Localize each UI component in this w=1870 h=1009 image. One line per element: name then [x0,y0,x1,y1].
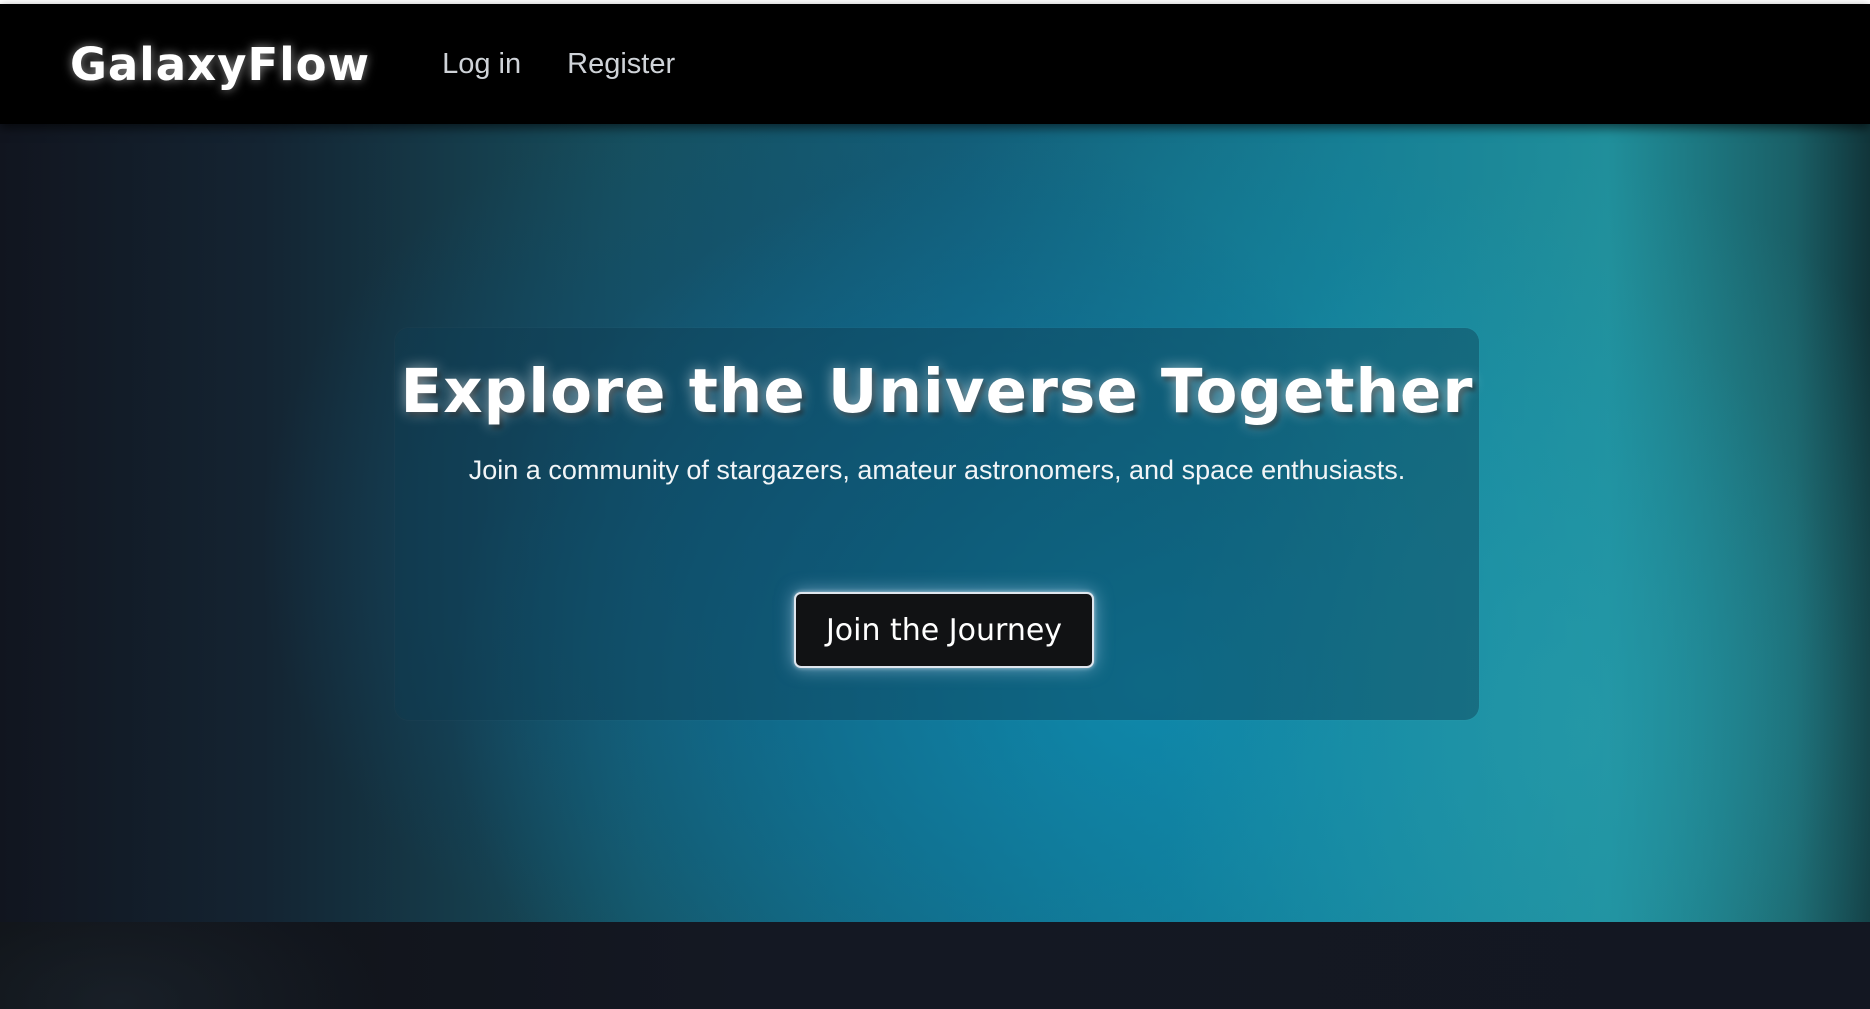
join-journey-button[interactable]: Join the Journey [794,592,1094,668]
register-link[interactable]: Register [567,48,675,81]
hero-title: Explore the Universe Together [400,356,1474,427]
brand-logo[interactable]: GalaxyFlow [70,38,370,91]
footer-band [0,922,1870,1009]
page: GalaxyFlow Log in Register Explore the U… [0,0,1870,1009]
nav-links: Log in Register [442,48,675,81]
hero-subtitle: Join a community of stargazers, amateur … [468,455,1406,485]
login-link[interactable]: Log in [442,48,521,81]
navbar: GalaxyFlow Log in Register [0,4,1870,124]
hero-card: Explore the Universe Together Join a com… [395,328,1479,720]
hero-section: Explore the Universe Together Join a com… [0,124,1870,922]
